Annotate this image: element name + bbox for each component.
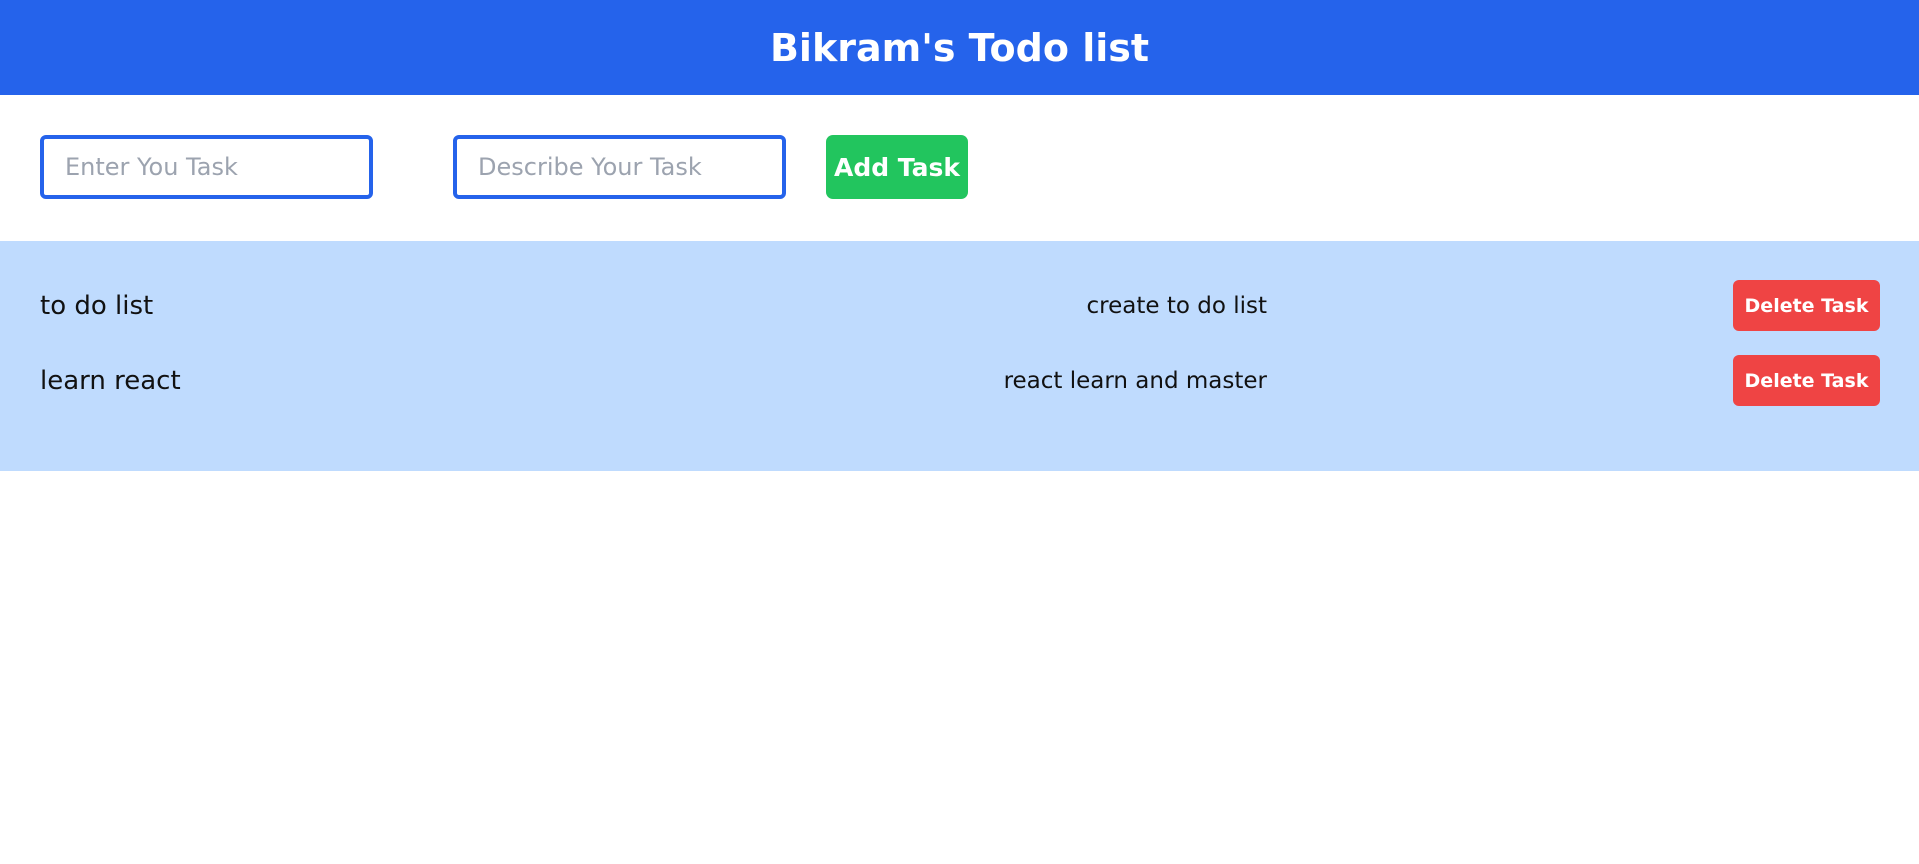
task-description: create to do list — [1086, 293, 1268, 319]
task-list: to do list create to do list Delete Task… — [0, 241, 1919, 471]
task-description-input[interactable] — [453, 135, 786, 199]
task-title-input[interactable] — [40, 135, 373, 199]
task-title: learn react — [40, 366, 181, 396]
delete-task-button[interactable]: Delete Task — [1733, 280, 1880, 331]
task-item: to do list create to do list Delete Task — [0, 280, 1919, 332]
task-item: learn react react learn and master Delet… — [0, 355, 1919, 407]
task-description: react learn and master — [1003, 368, 1267, 394]
app-header: Bikram's Todo list — [0, 0, 1919, 95]
add-task-form: Add Task — [0, 95, 1919, 241]
page-title: Bikram's Todo list — [769, 25, 1150, 70]
add-task-button[interactable]: Add Task — [826, 135, 968, 199]
task-title: to do list — [40, 291, 154, 321]
delete-task-button[interactable]: Delete Task — [1733, 355, 1880, 406]
